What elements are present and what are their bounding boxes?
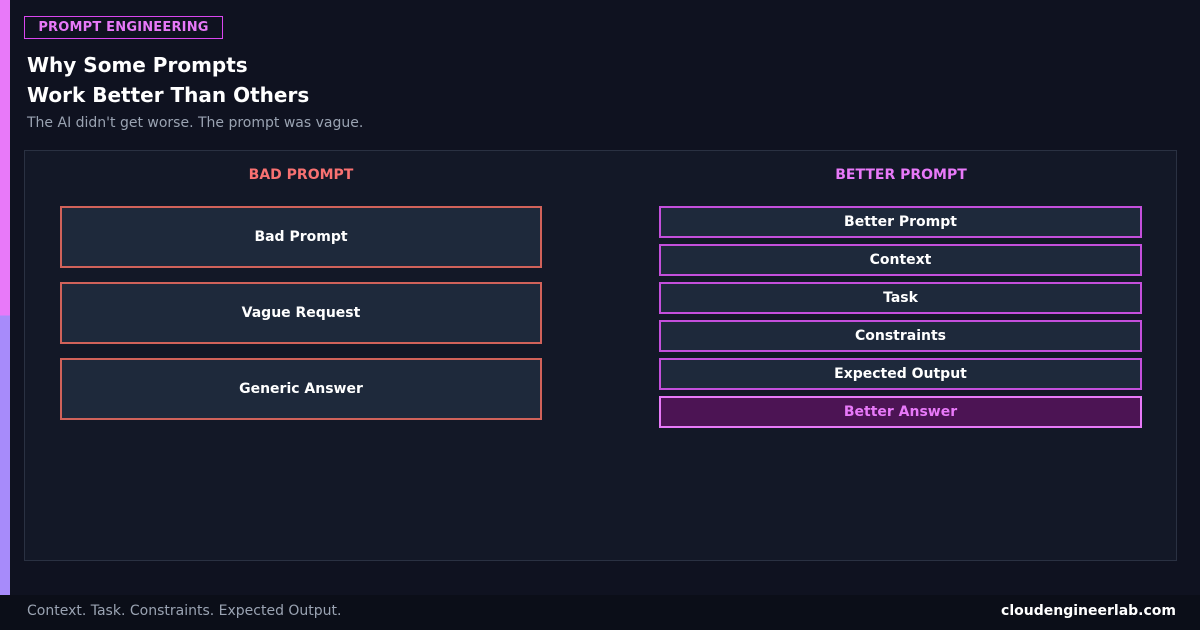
accent-bar bbox=[0, 0, 10, 595]
page-title-line-1: Why Some Prompts bbox=[27, 53, 248, 77]
bad-prompt-heading: BAD PROMPT bbox=[248, 167, 354, 183]
footer-tagline: Context. Task. Constraints. Expected Out… bbox=[27, 603, 342, 619]
better-step-better-prompt: Better Prompt bbox=[659, 206, 1142, 238]
better-step-task: Task bbox=[659, 282, 1142, 314]
bad-step-vague-request: Vague Request bbox=[60, 282, 542, 344]
better-step-constraints: Constraints bbox=[659, 320, 1142, 352]
footer-site: cloudengineerlab.com bbox=[1001, 603, 1176, 619]
category-tag: PROMPT ENGINEERING bbox=[24, 16, 223, 39]
page-title: Why Some Prompts Work Better Than Others bbox=[27, 50, 309, 110]
better-step-expected-output: Expected Output bbox=[659, 358, 1142, 390]
better-prompt-heading: BETTER PROMPT bbox=[835, 167, 967, 183]
better-step-better-answer: Better Answer bbox=[659, 396, 1142, 428]
bad-step-generic-answer: Generic Answer bbox=[60, 358, 542, 420]
better-step-context: Context bbox=[659, 244, 1142, 276]
page-title-line-2: Work Better Than Others bbox=[27, 83, 310, 107]
page-subtitle: The AI didn't get worse. The prompt was … bbox=[27, 115, 364, 131]
bad-step-bad-prompt: Bad Prompt bbox=[60, 206, 542, 268]
